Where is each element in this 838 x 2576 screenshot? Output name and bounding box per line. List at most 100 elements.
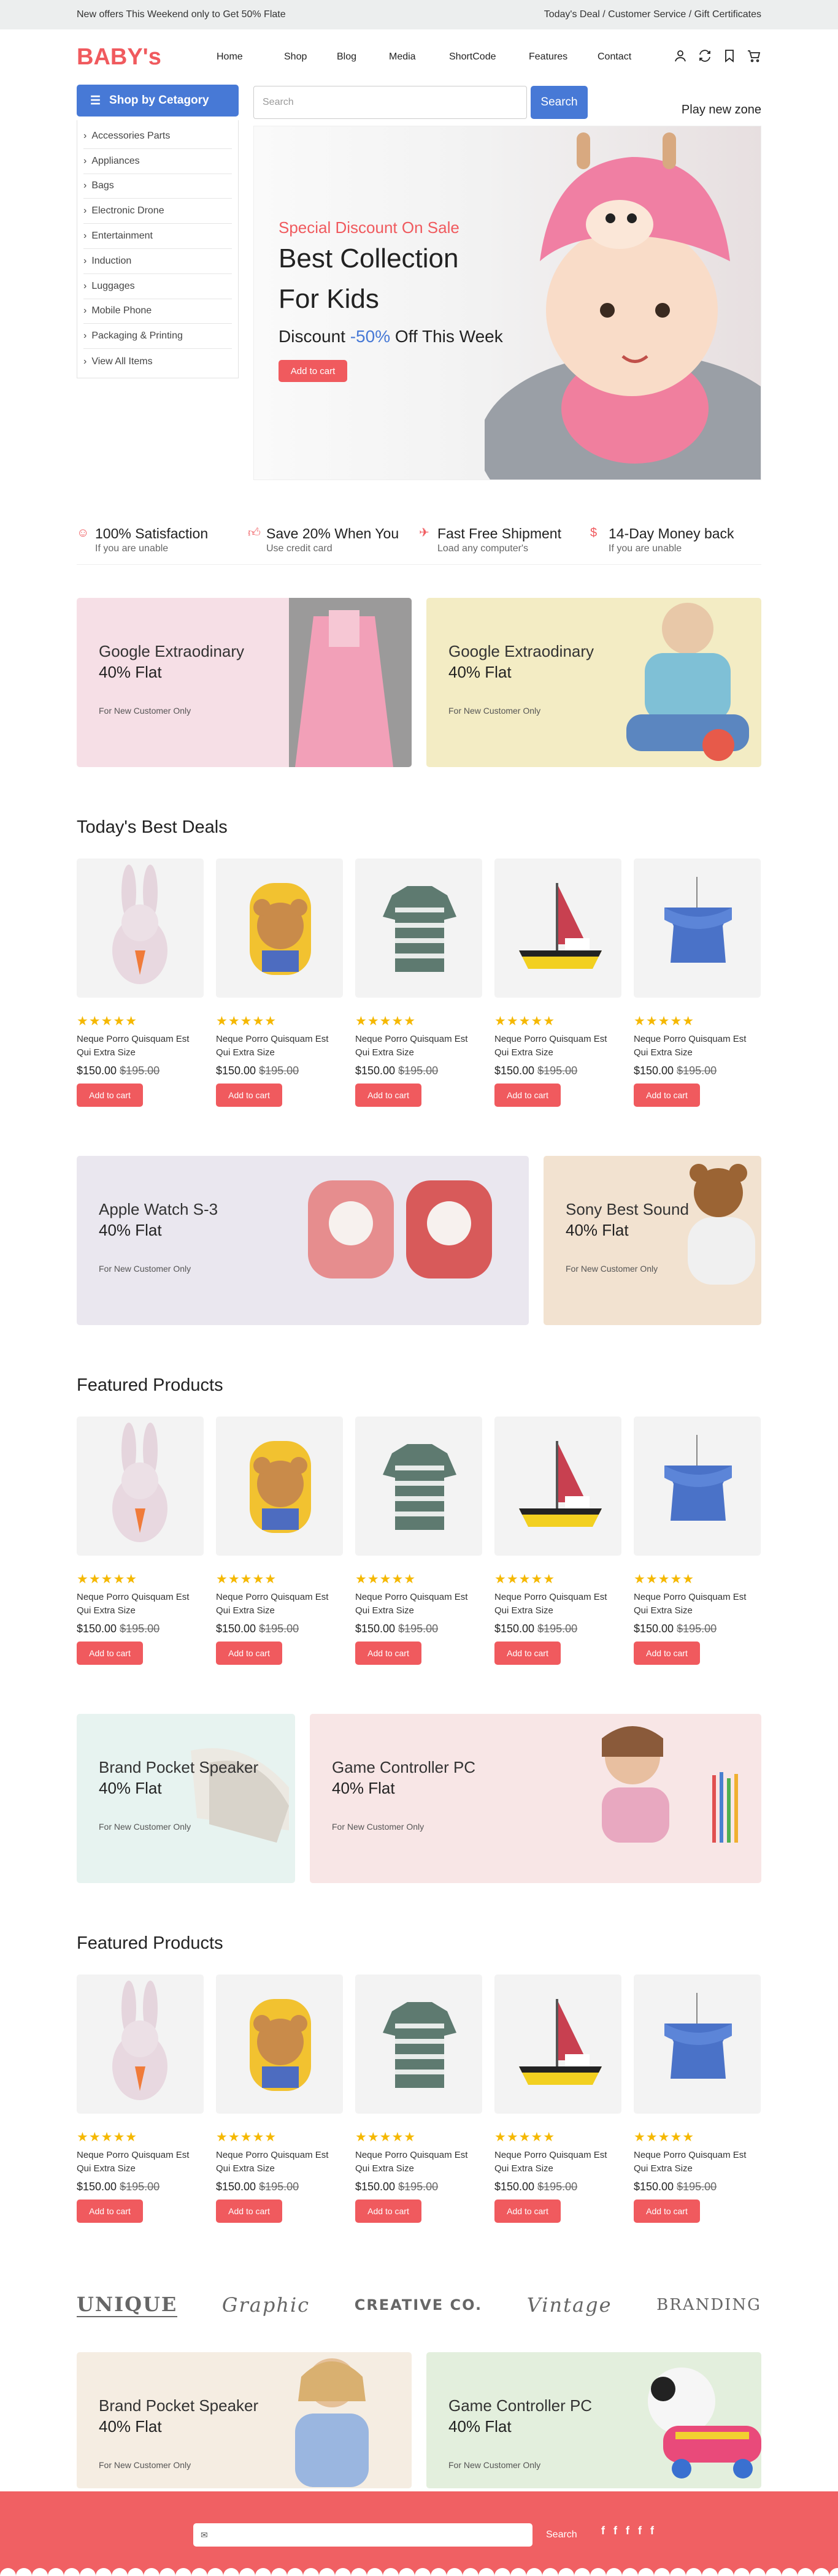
product-card[interactable]: ★★★★★ Neque Porro Quisquam Est Qui Extra… xyxy=(355,1416,482,1665)
product-card[interactable]: ★★★★★ Neque Porro Quisquam Est Qui Extra… xyxy=(216,1416,343,1665)
add-to-cart-button[interactable]: Add to cart xyxy=(355,1642,421,1665)
promo-card[interactable]: Sony Best Sound 40% Flat For New Custome… xyxy=(544,1156,761,1325)
product-card[interactable]: ★★★★★ Neque Porro Quisquam Est Qui Extra… xyxy=(634,858,761,1107)
product-image[interactable] xyxy=(216,858,343,998)
product-image[interactable] xyxy=(634,1416,761,1556)
add-to-cart-button[interactable]: Add to cart xyxy=(355,2200,421,2223)
product-card[interactable]: ★★★★★ Neque Porro Quisquam Est Qui Extra… xyxy=(494,1416,621,1665)
product-image[interactable] xyxy=(77,858,204,998)
product-name[interactable]: Neque Porro Quisquam Est Qui Extra Size xyxy=(634,1591,761,1618)
add-to-cart-button[interactable]: Add to cart xyxy=(77,2200,143,2223)
product-name[interactable]: Neque Porro Quisquam Est Qui Extra Size xyxy=(216,1591,343,1618)
add-to-cart-button[interactable]: Add to cart xyxy=(216,1084,282,1107)
brand-logo[interactable]: Graphic xyxy=(222,2293,310,2317)
product-name[interactable]: Neque Porro Quisquam Est Qui Extra Size xyxy=(494,2149,621,2176)
add-to-cart-button[interactable]: Add to cart xyxy=(494,1084,561,1107)
nav-shortcode[interactable]: ShortCode xyxy=(449,52,529,63)
add-to-cart-button[interactable]: Add to cart xyxy=(355,1084,421,1107)
category-item[interactable]: › Accessories Parts xyxy=(83,124,232,149)
product-card[interactable]: ★★★★★ Neque Porro Quisquam Est Qui Extra… xyxy=(634,1416,761,1665)
facebook-icon[interactable]: f xyxy=(613,2524,617,2537)
search-input[interactable]: Search xyxy=(253,85,527,119)
add-to-cart-button[interactable]: Add to cart xyxy=(216,2200,282,2223)
category-item[interactable]: › Luggages xyxy=(83,274,232,299)
add-to-cart-button[interactable]: Add to cart xyxy=(216,1642,282,1665)
product-image[interactable] xyxy=(77,1974,204,2114)
facebook-icon[interactable]: f xyxy=(601,2524,605,2537)
promo-card[interactable]: Brand Pocket Speaker 40% Flat For New Cu… xyxy=(77,2352,412,2488)
product-name[interactable]: Neque Porro Quisquam Est Qui Extra Size xyxy=(216,2149,343,2176)
category-item[interactable]: › Bags xyxy=(83,174,232,199)
product-card[interactable]: ★★★★★ Neque Porro Quisquam Est Qui Extra… xyxy=(355,1974,482,2223)
brand-logo[interactable]: UNIQUE xyxy=(77,2293,178,2317)
product-card[interactable]: ★★★★★ Neque Porro Quisquam Est Qui Extra… xyxy=(634,1974,761,2223)
add-to-cart-button[interactable]: Add to cart xyxy=(77,1642,143,1665)
product-card[interactable]: ★★★★★ Neque Porro Quisquam Est Qui Extra… xyxy=(77,1974,204,2223)
product-card[interactable]: ★★★★★ Neque Porro Quisquam Est Qui Extra… xyxy=(77,1416,204,1665)
refresh-icon[interactable] xyxy=(698,48,712,66)
product-image[interactable] xyxy=(634,858,761,998)
brand-logo[interactable]: BRANDING xyxy=(656,2296,761,2314)
product-name[interactable]: Neque Porro Quisquam Est Qui Extra Size xyxy=(355,1033,482,1060)
product-image[interactable] xyxy=(216,1416,343,1556)
product-name[interactable]: Neque Porro Quisquam Est Qui Extra Size xyxy=(634,1033,761,1060)
product-image[interactable] xyxy=(355,858,482,998)
category-item[interactable]: › View All Items xyxy=(83,349,232,374)
product-image[interactable] xyxy=(494,1416,621,1556)
top-links[interactable]: Today's Deal / Customer Service / Gift C… xyxy=(544,9,761,20)
nav-home[interactable]: Home xyxy=(217,52,284,63)
promo-card[interactable]: Apple Watch S-3 40% Flat For New Custome… xyxy=(77,1156,529,1325)
product-card[interactable]: ★★★★★ Neque Porro Quisquam Est Qui Extra… xyxy=(494,1974,621,2223)
nav-contact[interactable]: Contact xyxy=(598,52,647,63)
product-image[interactable] xyxy=(494,1974,621,2114)
product-name[interactable]: Neque Porro Quisquam Est Qui Extra Size xyxy=(77,1591,204,1618)
play-zone-link[interactable]: Play new zone xyxy=(682,103,761,117)
bookmark-icon[interactable] xyxy=(722,48,737,66)
product-name[interactable]: Neque Porro Quisquam Est Qui Extra Size xyxy=(355,2149,482,2176)
product-card[interactable]: ★★★★★ Neque Porro Quisquam Est Qui Extra… xyxy=(77,858,204,1107)
product-image[interactable] xyxy=(355,1974,482,2114)
add-to-cart-button[interactable]: Add to cart xyxy=(634,2200,700,2223)
user-icon[interactable] xyxy=(673,48,688,66)
nav-media[interactable]: Media xyxy=(389,52,449,63)
add-to-cart-button[interactable]: Add to cart xyxy=(494,2200,561,2223)
category-item[interactable]: › Electronic Drone xyxy=(83,199,232,224)
product-image[interactable] xyxy=(355,1416,482,1556)
facebook-icon[interactable]: f xyxy=(626,2524,629,2537)
product-name[interactable]: Neque Porro Quisquam Est Qui Extra Size xyxy=(634,2149,761,2176)
nav-blog[interactable]: Blog xyxy=(337,52,389,63)
facebook-icon[interactable]: f xyxy=(650,2524,654,2537)
product-card[interactable]: ★★★★★ Neque Porro Quisquam Est Qui Extra… xyxy=(355,858,482,1107)
add-to-cart-button[interactable]: Add to cart xyxy=(77,1084,143,1107)
product-name[interactable]: Neque Porro Quisquam Est Qui Extra Size xyxy=(494,1033,621,1060)
hero-add-to-cart-button[interactable]: Add to cart xyxy=(279,360,347,382)
promo-card[interactable]: Google Extraodinary 40% Flat For New Cus… xyxy=(77,598,412,767)
product-name[interactable]: Neque Porro Quisquam Est Qui Extra Size xyxy=(77,2149,204,2176)
category-item[interactable]: › Entertainment xyxy=(83,224,232,249)
product-image[interactable] xyxy=(634,1974,761,2114)
nav-shop[interactable]: Shop xyxy=(284,52,337,63)
add-to-cart-button[interactable]: Add to cart xyxy=(494,1642,561,1665)
promo-card[interactable]: Brand Pocket Speaker 40% Flat For New Cu… xyxy=(77,1714,295,1883)
search-button[interactable]: Search xyxy=(531,85,588,119)
product-card[interactable]: ★★★★★ Neque Porro Quisquam Est Qui Extra… xyxy=(494,858,621,1107)
product-name[interactable]: Neque Porro Quisquam Est Qui Extra Size xyxy=(355,1591,482,1618)
nav-features[interactable]: Features xyxy=(529,52,598,63)
brand-logo[interactable]: Vintage xyxy=(527,2293,612,2317)
product-name[interactable]: Neque Porro Quisquam Est Qui Extra Size xyxy=(77,1033,204,1060)
promo-card[interactable]: Game Controller PC 40% Flat For New Cust… xyxy=(310,1714,761,1883)
product-card[interactable]: ★★★★★ Neque Porro Quisquam Est Qui Extra… xyxy=(216,1974,343,2223)
product-name[interactable]: Neque Porro Quisquam Est Qui Extra Size xyxy=(494,1591,621,1618)
product-card[interactable]: ★★★★★ Neque Porro Quisquam Est Qui Extra… xyxy=(216,858,343,1107)
newsletter-input[interactable]: ✉ xyxy=(193,2523,532,2547)
product-name[interactable]: Neque Porro Quisquam Est Qui Extra Size xyxy=(216,1033,343,1060)
add-to-cart-button[interactable]: Add to cart xyxy=(634,1642,700,1665)
add-to-cart-button[interactable]: Add to cart xyxy=(634,1084,700,1107)
category-item[interactable]: › Mobile Phone xyxy=(83,299,232,324)
product-image[interactable] xyxy=(216,1974,343,2114)
cart-icon[interactable] xyxy=(747,48,761,66)
category-item[interactable]: › Appliances xyxy=(83,149,232,174)
category-item[interactable]: › Induction xyxy=(83,249,232,274)
product-image[interactable] xyxy=(494,858,621,998)
category-item[interactable]: › Packaging & Printing xyxy=(83,324,232,350)
